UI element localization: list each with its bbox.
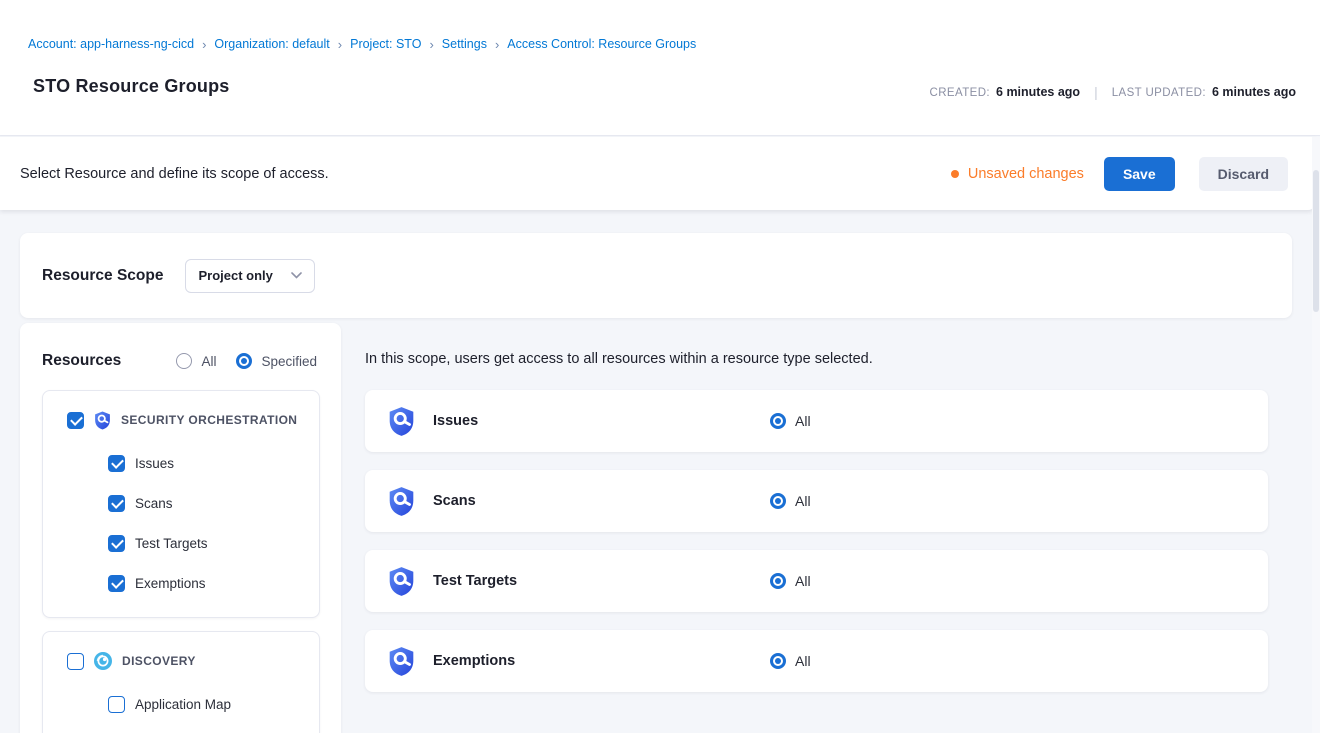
resource-item-scans[interactable]: Scans bbox=[43, 483, 319, 523]
shield-search-icon bbox=[388, 646, 415, 677]
radio-access-all[interactable] bbox=[770, 413, 786, 429]
resource-row-name: Issues bbox=[433, 413, 770, 429]
resource-group-discovery: DISCOVERY Application Map bbox=[42, 631, 320, 733]
group-label: DISCOVERY bbox=[122, 654, 196, 668]
resource-row-scans: Scans All bbox=[365, 470, 1268, 532]
resources-panel: Resources All Specified SECURITY ORCHEST… bbox=[20, 323, 341, 733]
chevron-down-icon bbox=[291, 272, 302, 279]
checkbox-application-map[interactable] bbox=[108, 696, 125, 713]
toolbar-description: Select Resource and define its scope of … bbox=[20, 166, 329, 182]
resource-row-name: Exemptions bbox=[433, 653, 770, 669]
chevron-right-icon: › bbox=[194, 38, 214, 51]
action-toolbar: Select Resource and define its scope of … bbox=[0, 137, 1316, 210]
item-label: Application Map bbox=[135, 697, 231, 712]
breadcrumb: Account: app-harness-ng-cicd › Organizat… bbox=[28, 37, 696, 51]
radio-all[interactable] bbox=[176, 353, 192, 369]
resource-scope-selected-value: Project only bbox=[198, 268, 272, 283]
breadcrumb-resource-groups-link[interactable]: Access Control: Resource Groups bbox=[507, 37, 696, 51]
group-label: SECURITY ORCHESTRATION bbox=[121, 413, 297, 427]
created-label: CREATED: bbox=[930, 87, 991, 99]
resource-item-issues[interactable]: Issues bbox=[43, 443, 319, 483]
resource-scope-dropdown[interactable]: Project only bbox=[185, 259, 315, 293]
radio-specified-label: Specified bbox=[261, 354, 317, 369]
radio-option-specified[interactable]: Specified bbox=[236, 353, 317, 369]
shield-search-icon bbox=[94, 411, 111, 430]
resource-row-exemptions: Exemptions All bbox=[365, 630, 1268, 692]
item-label: Scans bbox=[135, 496, 173, 511]
resource-rows: Issues All Scans All Test Targets All Ex… bbox=[365, 390, 1268, 710]
breadcrumb-project-link[interactable]: Project: STO bbox=[350, 37, 421, 51]
resource-scope-label: Resource Scope bbox=[42, 267, 163, 285]
resource-item-application-map[interactable]: Application Map bbox=[43, 684, 319, 724]
scrollbar-thumb[interactable] bbox=[1313, 170, 1319, 312]
shield-search-icon bbox=[388, 566, 415, 597]
item-label: Issues bbox=[135, 456, 174, 471]
chevron-right-icon: › bbox=[487, 38, 507, 51]
unsaved-changes-label: Unsaved changes bbox=[968, 166, 1084, 182]
discard-button[interactable]: Discard bbox=[1199, 157, 1288, 191]
shield-search-icon bbox=[388, 486, 415, 517]
resource-group-security-orchestration: SECURITY ORCHESTRATION Issues Scans Test… bbox=[42, 390, 320, 618]
resource-row-name: Scans bbox=[433, 493, 770, 509]
resources-title: Resources bbox=[42, 352, 121, 370]
access-all-label: All bbox=[795, 573, 811, 589]
resource-item-exemptions[interactable]: Exemptions bbox=[43, 563, 319, 603]
timestamps: CREATED: 6 minutes ago | LAST UPDATED: 6… bbox=[930, 84, 1296, 100]
radio-option-all[interactable]: All bbox=[176, 353, 216, 369]
resource-row-name: Test Targets bbox=[433, 573, 770, 589]
radio-access-all[interactable] bbox=[770, 493, 786, 509]
radio-access-all[interactable] bbox=[770, 573, 786, 589]
page-title: STO Resource Groups bbox=[33, 76, 230, 97]
access-radio-option-all[interactable]: All bbox=[770, 653, 811, 669]
last-updated-label: LAST UPDATED: bbox=[1112, 87, 1206, 99]
unsaved-dot-icon bbox=[951, 170, 959, 178]
item-label: Test Targets bbox=[135, 536, 208, 551]
resources-mode-radios: All Specified bbox=[176, 353, 317, 369]
radio-access-all[interactable] bbox=[770, 653, 786, 669]
created-value: 6 minutes ago bbox=[996, 85, 1080, 99]
scope-description: In this scope, users get access to all r… bbox=[365, 351, 873, 367]
checkbox-discovery[interactable] bbox=[67, 653, 84, 670]
breadcrumb-settings-link[interactable]: Settings bbox=[442, 37, 487, 51]
resource-scope-card: Resource Scope Project only bbox=[20, 233, 1292, 318]
last-updated-value: 6 minutes ago bbox=[1212, 85, 1296, 99]
access-radio-option-all[interactable]: All bbox=[770, 573, 811, 589]
breadcrumb-account-link[interactable]: Account: app-harness-ng-cicd bbox=[28, 37, 194, 51]
access-all-label: All bbox=[795, 413, 811, 429]
radio-all-label: All bbox=[201, 354, 216, 369]
resource-row-issues: Issues All bbox=[365, 390, 1268, 452]
chevron-right-icon: › bbox=[421, 38, 441, 51]
checkbox-test-targets[interactable] bbox=[108, 535, 125, 552]
access-radio-option-all[interactable]: All bbox=[770, 413, 811, 429]
unsaved-changes-status: Unsaved changes bbox=[951, 166, 1084, 182]
shield-search-icon bbox=[388, 406, 415, 437]
checkbox-scans[interactable] bbox=[108, 495, 125, 512]
save-button[interactable]: Save bbox=[1104, 157, 1175, 191]
resource-item-test-targets[interactable]: Test Targets bbox=[43, 523, 319, 563]
scrollbar-track[interactable] bbox=[1312, 137, 1320, 733]
access-all-label: All bbox=[795, 493, 811, 509]
discovery-icon bbox=[94, 652, 112, 670]
access-radio-option-all[interactable]: All bbox=[770, 493, 811, 509]
access-all-label: All bbox=[795, 653, 811, 669]
item-label: Exemptions bbox=[135, 576, 206, 591]
divider: | bbox=[1090, 84, 1102, 100]
chevron-right-icon: › bbox=[330, 38, 350, 51]
checkbox-security-orchestration[interactable] bbox=[67, 412, 84, 429]
radio-specified[interactable] bbox=[236, 353, 252, 369]
resource-row-test-targets: Test Targets All bbox=[365, 550, 1268, 612]
page-header: Account: app-harness-ng-cicd › Organizat… bbox=[0, 0, 1320, 136]
checkbox-issues[interactable] bbox=[108, 455, 125, 472]
breadcrumb-organization-link[interactable]: Organization: default bbox=[214, 37, 329, 51]
checkbox-exemptions[interactable] bbox=[108, 575, 125, 592]
